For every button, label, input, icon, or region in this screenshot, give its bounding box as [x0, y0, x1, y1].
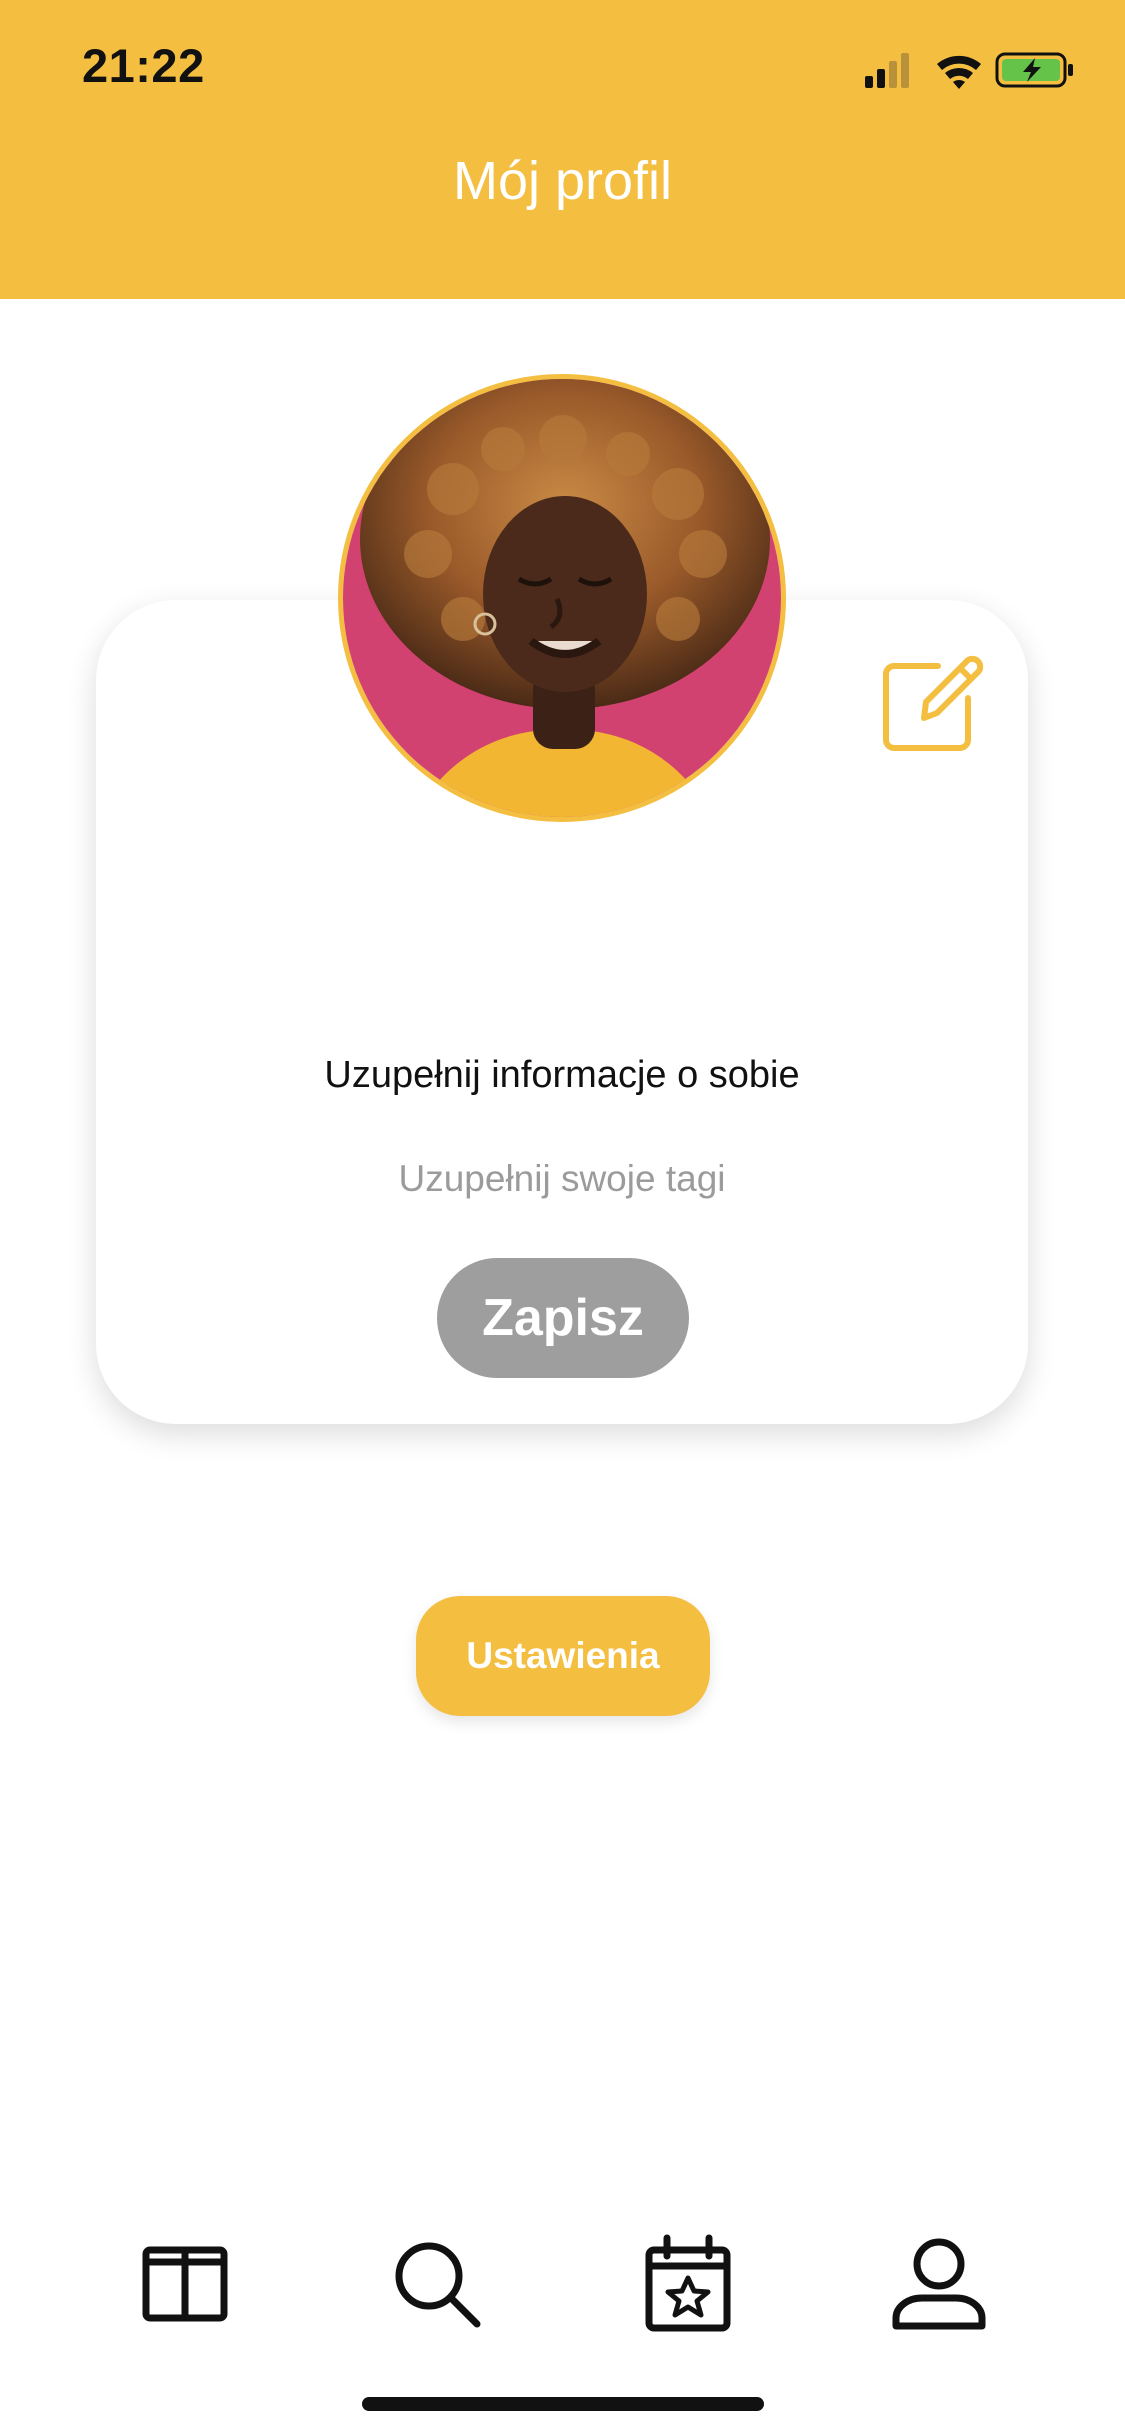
- save-button[interactable]: Zapisz: [437, 1258, 689, 1378]
- user-icon[interactable]: [884, 2230, 994, 2340]
- settings-button[interactable]: Ustawienia: [416, 1596, 710, 1716]
- avatar[interactable]: [338, 374, 786, 822]
- tags-input[interactable]: Uzupełnij swoje tagi: [96, 1158, 1028, 1200]
- search-icon[interactable]: [383, 2230, 493, 2340]
- edit-icon[interactable]: [876, 648, 986, 758]
- calendar-star-icon[interactable]: [633, 2230, 743, 2340]
- battery-icon: [995, 52, 1073, 88]
- page-title: Mój profil: [452, 151, 673, 211]
- signal-icon: [865, 53, 909, 88]
- app-header: 21:22 Mój profil: [0, 0, 1125, 299]
- columns-icon[interactable]: [130, 2230, 240, 2340]
- avatar-photo: [343, 379, 781, 817]
- status-time: 21:22: [82, 39, 205, 92]
- profile-screen: 21:22 Mój profil Uzupełnij informacje o …: [0, 0, 1125, 2436]
- about-prompt[interactable]: Uzupełnij informacje o sobie: [96, 1054, 1028, 1097]
- home-indicator: [362, 2397, 764, 2411]
- wifi-icon: [937, 55, 981, 89]
- status-icons: [865, 52, 1073, 89]
